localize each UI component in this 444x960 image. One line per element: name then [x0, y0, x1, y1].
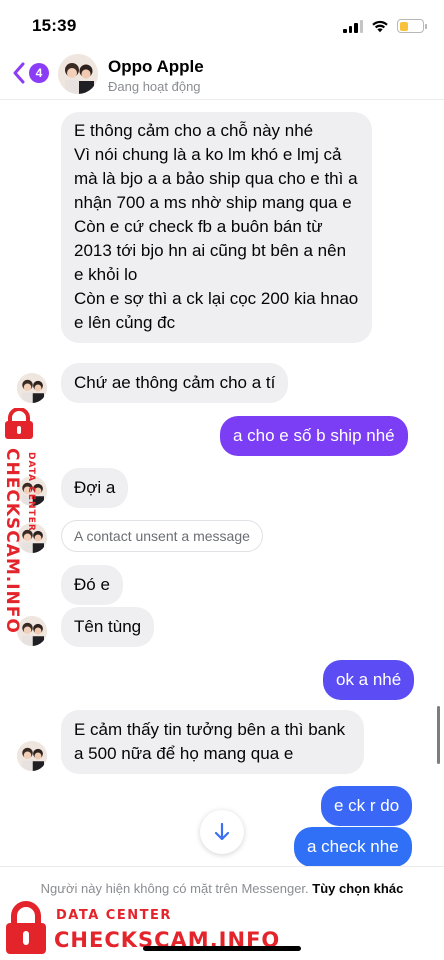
message-bubble-outgoing[interactable]: a cho e số b ship nhé	[220, 416, 408, 456]
watermark-line1: DATA CENTER	[56, 908, 172, 923]
message-bubble-incoming[interactable]: Đó e	[61, 565, 123, 605]
contact-avatar[interactable]	[58, 54, 98, 94]
battery-level	[399, 21, 408, 31]
unsent-message-notice: A contact unsent a message	[61, 520, 263, 552]
unavailable-notice: Người này hiện không có mặt trên Messeng…	[20, 880, 424, 898]
sender-avatar[interactable]	[17, 373, 47, 403]
watermark-side: CHECKSCAM.INFO DATA CENTER	[2, 408, 48, 634]
avatar-image	[17, 741, 47, 771]
status-time: 15:39	[32, 16, 77, 35]
home-indicator[interactable]	[143, 946, 301, 951]
wifi-icon	[372, 20, 388, 33]
status-bar: 15:39	[0, 0, 444, 48]
conversation-header: 4 Oppo Apple Đang hoạt động	[0, 48, 444, 100]
back-button[interactable]: 4	[12, 62, 49, 84]
unread-count-badge: 4	[29, 63, 49, 83]
avatar-image	[17, 373, 47, 403]
watermark-side-small-text: DATA CENTER	[26, 452, 36, 532]
message-bubble-outgoing[interactable]: a check nhe	[294, 827, 412, 867]
battery-icon	[397, 19, 427, 33]
message-bubble-incoming[interactable]: Tên tùng	[61, 607, 155, 647]
message-bubble-incoming[interactable]: E thông cảm cho a chỗ này nhé Vì nói chu…	[61, 112, 372, 343]
lock-icon	[6, 901, 46, 954]
sender-avatar[interactable]	[17, 741, 47, 771]
chevron-left-icon	[13, 62, 25, 84]
contact-name[interactable]: Oppo Apple	[108, 57, 204, 77]
scrollbar[interactable]	[437, 706, 440, 764]
lock-icon	[5, 408, 33, 439]
scroll-to-bottom-button[interactable]	[200, 810, 244, 854]
message-bubble-incoming[interactable]: Đợi a	[61, 468, 129, 508]
more-options-link[interactable]: Tùy chọn khác	[312, 881, 403, 896]
footer-divider	[0, 866, 444, 867]
cellular-signal-icon	[343, 19, 363, 33]
message-bubble-outgoing[interactable]: ok a nhé	[323, 660, 415, 700]
message-bubble-outgoing[interactable]: e ck r do	[321, 786, 413, 826]
status-icons	[343, 16, 427, 36]
contact-active-status: Đang hoạt động	[108, 79, 201, 94]
avatar-image	[58, 54, 98, 94]
message-bubble-incoming[interactable]: E cảm thấy tin tưởng bên a thì bank a 50…	[61, 710, 364, 774]
message-bubble-incoming[interactable]: Chứ ae thông cảm cho a tí	[61, 363, 289, 403]
watermark-side-text: CHECKSCAM.INFO	[2, 448, 22, 634]
unavailable-text: Người này hiện không có mặt trên Messeng…	[40, 881, 309, 896]
arrow-down-icon	[214, 822, 230, 841]
